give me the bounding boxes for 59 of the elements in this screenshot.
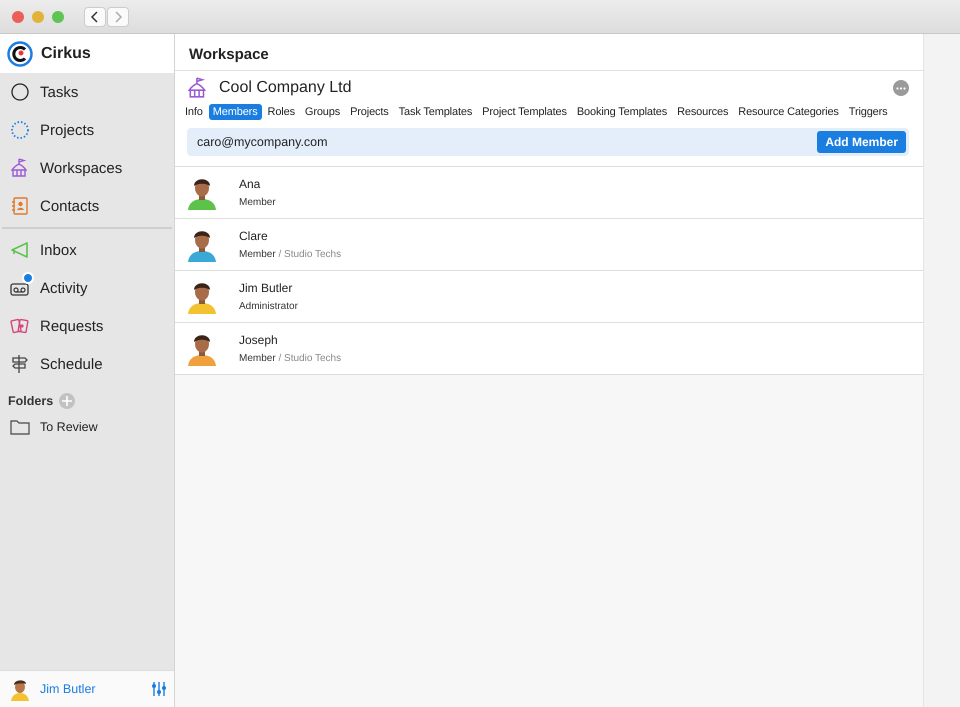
sidebar-item[interactable]: Contacts (0, 187, 174, 225)
tent-icon (187, 77, 209, 99)
tab[interactable]: Projects (346, 104, 393, 120)
tab[interactable]: Groups (300, 104, 344, 120)
add-member-button[interactable]: Add Member (817, 131, 906, 153)
tab[interactable]: Resource Categories (734, 104, 843, 120)
folder-icon (10, 419, 30, 435)
back-button[interactable] (84, 6, 106, 26)
sidebar-item[interactable]: Tasks (0, 73, 174, 111)
megaphone-icon (10, 240, 30, 260)
folder-item[interactable]: To Review (0, 413, 174, 441)
cards-icon (10, 316, 30, 336)
member-row[interactable]: Clare Member / Studio Techs (175, 219, 923, 271)
tent-icon (10, 158, 30, 178)
tab[interactable]: Roles (264, 104, 299, 120)
zoom-button[interactable] (52, 10, 64, 22)
page-title: Workspace (189, 46, 269, 63)
member-name: Ana (239, 177, 262, 191)
sidebar-item[interactable]: Activity (0, 269, 174, 307)
plus-icon (62, 396, 72, 406)
app-name: Cirkus (41, 44, 91, 62)
minimize-button[interactable] (32, 10, 44, 22)
contacts-icon (10, 196, 30, 216)
user-name[interactable]: Jim Butler (40, 682, 142, 696)
circle-icon (10, 82, 30, 102)
sidebar-item[interactable]: Requests (0, 307, 174, 345)
logo-icon (7, 40, 33, 66)
tab[interactable]: Project Templates (478, 104, 571, 120)
signpost-icon (10, 354, 30, 374)
member-name: Joseph (239, 333, 279, 347)
ellipsis-icon (896, 86, 906, 90)
dotted-circle-icon (10, 120, 30, 140)
settings-icon[interactable] (152, 681, 166, 697)
section-title: Folders (8, 394, 54, 408)
member-row[interactable]: Ana Member (175, 167, 923, 219)
member-row[interactable]: Jim Butler Administrator (175, 271, 923, 323)
tab[interactable]: Resources (673, 104, 732, 120)
workspace-name: Cool Company Ltd (219, 79, 353, 97)
tab[interactable]: Booking Templates (572, 104, 672, 120)
tab[interactable]: Task Templates (394, 104, 476, 120)
forward-icon (113, 10, 123, 22)
sidebar-item[interactable]: Workspaces (0, 149, 174, 187)
member-name: Jim Butler (239, 281, 294, 295)
tab[interactable]: Triggers (844, 104, 892, 120)
sidebar-item[interactable]: Projects (0, 111, 174, 149)
member-role: Member (239, 197, 276, 208)
member-role: Administrator (239, 301, 298, 312)
more-button[interactable] (893, 80, 909, 96)
member-role: Member / Studio Techs (239, 353, 342, 364)
tab[interactable]: Info (181, 104, 207, 120)
member-row[interactable]: Joseph Member / Studio Techs (175, 323, 923, 375)
back-icon (90, 10, 100, 22)
sidebar-item[interactable]: Inbox (0, 231, 174, 269)
member-name: Clare (239, 229, 269, 243)
sidebar-item[interactable]: Schedule (0, 345, 174, 383)
tab[interactable]: Members (208, 104, 262, 120)
add-folder-button[interactable] (59, 393, 76, 409)
close-button[interactable] (12, 10, 24, 22)
member-role: Member / Studio Techs (239, 249, 342, 260)
